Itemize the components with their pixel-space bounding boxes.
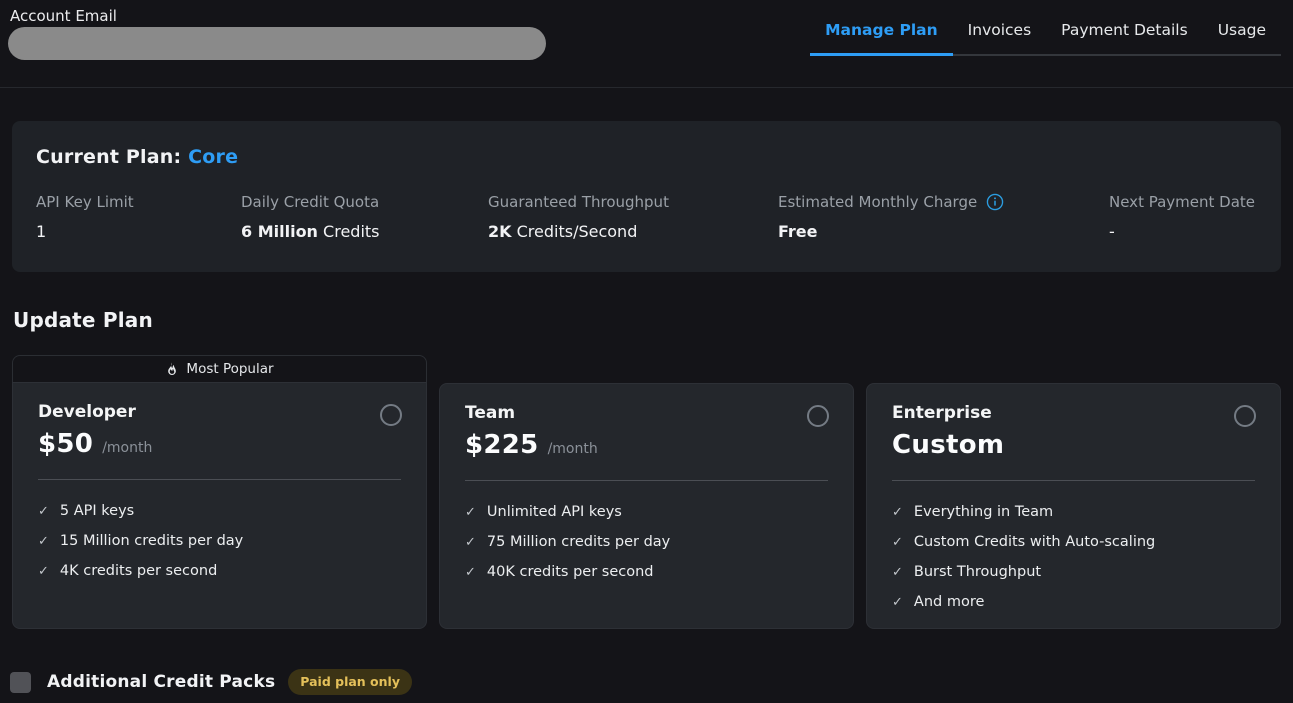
info-icon[interactable]: [986, 193, 1004, 211]
account-email-input[interactable]: [8, 27, 546, 60]
feature-item: ✓15 Million credits per day: [38, 533, 401, 549]
header: Account Email Manage Plan Invoices Payme…: [0, 0, 1293, 88]
plan-radio-enterprise[interactable]: [1234, 405, 1256, 427]
most-popular-banner: Most Popular: [12, 355, 427, 382]
check-icon: ✓: [465, 506, 476, 519]
check-icon: ✓: [892, 566, 903, 579]
check-icon: ✓: [38, 565, 49, 578]
current-plan-title: Current Plan: Core: [36, 146, 1281, 168]
plan-price: Custom: [892, 430, 1004, 460]
tabs-nav: Manage Plan Invoices Payment Details Usa…: [810, 0, 1281, 56]
tab-usage[interactable]: Usage: [1203, 0, 1281, 56]
plan-name: Enterprise: [892, 403, 1255, 423]
divider: [38, 479, 401, 480]
plan-radio-developer[interactable]: [380, 404, 402, 426]
plan-price: $225: [465, 430, 539, 460]
feature-item: ✓Burst Throughput: [892, 564, 1255, 580]
check-icon: ✓: [465, 566, 476, 579]
tab-invoices[interactable]: Invoices: [953, 0, 1047, 56]
plan-features: ✓5 API keys ✓15 Million credits per day …: [38, 503, 401, 579]
stat-estimated-monthly-charge: Estimated Monthly Charge Free: [778, 193, 1109, 241]
plan-card-developer[interactable]: Developer $50 /month ✓5 API keys ✓15 Mil…: [12, 382, 427, 629]
plan-card-enterprise[interactable]: Enterprise Custom ✓Everything in Team ✓C…: [866, 383, 1281, 629]
plan-features: ✓Everything in Team ✓Custom Credits with…: [892, 504, 1255, 610]
feature-item: ✓Custom Credits with Auto-scaling: [892, 534, 1255, 550]
current-plan-card: Current Plan: Core API Key Limit 1 Daily…: [12, 121, 1281, 272]
plan-name: Developer: [38, 402, 401, 422]
stat-api-key-limit: API Key Limit 1: [36, 193, 241, 241]
additional-credit-packs-label: Additional Credit Packs: [47, 672, 275, 692]
paid-plan-only-badge: Paid plan only: [288, 669, 412, 695]
current-plan-stats: API Key Limit 1 Daily Credit Quota 6 Mil…: [36, 193, 1281, 241]
tab-payment-details[interactable]: Payment Details: [1046, 0, 1203, 56]
check-icon: ✓: [892, 596, 903, 609]
check-icon: ✓: [892, 536, 903, 549]
additional-credit-packs-row: Additional Credit Packs Paid plan only: [10, 669, 1293, 695]
additional-credit-packs-checkbox[interactable]: [10, 672, 31, 693]
divider: [465, 480, 828, 481]
feature-item: ✓4K credits per second: [38, 563, 401, 579]
tab-manage-plan[interactable]: Manage Plan: [810, 0, 953, 56]
stat-guaranteed-throughput: Guaranteed Throughput 2K Credits/Second: [488, 193, 778, 241]
current-plan-name: Core: [188, 146, 238, 168]
check-icon: ✓: [38, 535, 49, 548]
account-email-label: Account Email: [10, 7, 117, 25]
plan-card-team[interactable]: Team $225 /month ✓Unlimited API keys ✓75…: [439, 383, 854, 629]
feature-item: ✓75 Million credits per day: [465, 534, 828, 550]
flame-icon: [165, 362, 179, 376]
feature-item: ✓Everything in Team: [892, 504, 1255, 520]
plan-options: Most Popular Developer $50 /month ✓5 API…: [12, 355, 1281, 629]
stat-next-payment-date: Next Payment Date -: [1109, 193, 1281, 241]
plan-period: /month: [548, 441, 598, 457]
check-icon: ✓: [465, 536, 476, 549]
feature-item: ✓40K credits per second: [465, 564, 828, 580]
plan-radio-team[interactable]: [807, 405, 829, 427]
current-plan-title-prefix: Current Plan:: [36, 146, 181, 168]
stat-daily-credit-quota: Daily Credit Quota 6 Million Credits: [241, 193, 488, 241]
check-icon: ✓: [892, 506, 903, 519]
feature-item: ✓Unlimited API keys: [465, 504, 828, 520]
plan-column-team: Team $225 /month ✓Unlimited API keys ✓75…: [439, 355, 854, 629]
plan-period: /month: [102, 440, 152, 456]
feature-item: ✓5 API keys: [38, 503, 401, 519]
divider: [892, 480, 1255, 481]
check-icon: ✓: [38, 505, 49, 518]
plan-name: Team: [465, 403, 828, 423]
plan-column-developer: Most Popular Developer $50 /month ✓5 API…: [12, 355, 427, 629]
plan-column-enterprise: Enterprise Custom ✓Everything in Team ✓C…: [866, 355, 1281, 629]
update-plan-title: Update Plan: [13, 308, 1293, 332]
feature-item: ✓And more: [892, 594, 1255, 610]
most-popular-label: Most Popular: [186, 361, 273, 377]
plan-price: $50: [38, 429, 93, 459]
plan-features: ✓Unlimited API keys ✓75 Million credits …: [465, 504, 828, 580]
